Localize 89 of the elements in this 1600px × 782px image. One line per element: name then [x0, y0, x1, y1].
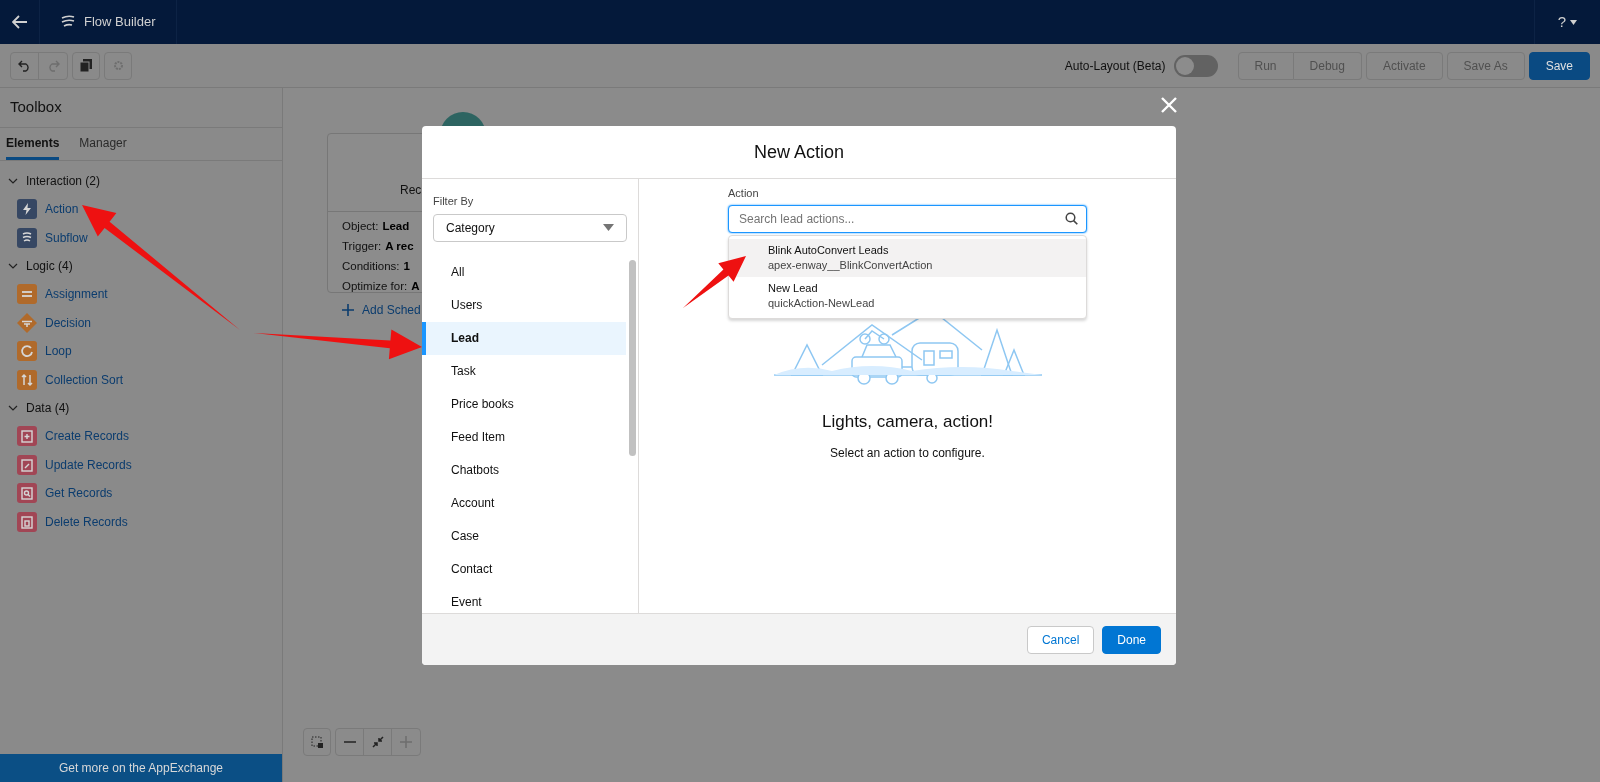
flow-icon [17, 227, 37, 248]
field-label: Object: [342, 219, 379, 234]
add-schedule-link[interactable]: Add Sched [362, 301, 421, 319]
element-link[interactable]: Delete Records [45, 512, 128, 531]
copy-button[interactable] [72, 51, 100, 80]
select-tool-button[interactable] [303, 728, 331, 756]
field-label: Trigger: [342, 239, 382, 254]
category-item[interactable]: Event [422, 585, 626, 613]
category-select[interactable]: Category [433, 213, 627, 242]
category-item[interactable]: Users [422, 288, 626, 322]
dialog-button[interactable]: Done [1102, 625, 1161, 654]
element-link[interactable]: Loop [45, 342, 72, 361]
category-item[interactable]: All [422, 255, 626, 289]
search-icon [1065, 211, 1078, 225]
settings-icon [111, 59, 125, 72]
card-title: Rec [400, 182, 422, 199]
panel-title: Toolbox [10, 97, 62, 118]
scrollbar-thumb[interactable] [628, 259, 636, 456]
category-item[interactable]: Chatbots [422, 453, 626, 487]
result-name: New Lead [768, 281, 819, 296]
toolbar-button[interactable]: Save [1528, 51, 1590, 80]
undo-icon [18, 59, 31, 72]
caret-icon [603, 224, 614, 231]
element-link[interactable]: Collection Sort [45, 370, 124, 389]
element-link[interactable]: Get Records [45, 484, 113, 503]
chevron-icon [8, 261, 18, 271]
shrink-icon [371, 736, 384, 748]
redo-icon [46, 59, 60, 72]
category-item[interactable]: Lead [422, 321, 626, 355]
marquee-select-icon [310, 735, 324, 749]
result-id: apex-enway__BlinkConvertAction [768, 258, 934, 273]
field-value: 1 [403, 259, 410, 274]
search-field[interactable]: Search lead actions... [728, 204, 1087, 233]
bolt-icon [17, 199, 37, 220]
field-label: Conditions: [342, 259, 400, 274]
element-link[interactable]: Action [45, 200, 79, 219]
equals-icon [17, 284, 37, 305]
category-item[interactable]: Price books [422, 387, 626, 421]
result-option[interactable]: Blink AutoConvert Leads apex-enway__BlinkConvertAction [729, 239, 1086, 277]
flow-icon [60, 14, 76, 30]
section-header[interactable]: Logic (4) [0, 252, 73, 280]
dialog-button[interactable]: Cancel [1026, 625, 1095, 654]
field-value: A [411, 279, 420, 294]
chevron-icon [8, 176, 18, 186]
field-label: Optimize for: [342, 279, 408, 294]
toggle-label: Auto-Layout (Beta) [1064, 57, 1166, 75]
element-link[interactable]: Decision [45, 313, 92, 332]
appexchange-link[interactable]: Get more on the AppExchange [0, 754, 282, 782]
delete-icon [17, 511, 37, 532]
action-label: Action [728, 186, 760, 201]
field-value: Lead [382, 219, 410, 234]
result-option[interactable]: New Lead quickAction-NewLead [729, 277, 1086, 315]
close-icon [1161, 97, 1177, 113]
result-id: quickAction-NewLead [768, 296, 876, 311]
sort-icon [17, 369, 37, 390]
dialog-title: New Action [753, 140, 844, 164]
diamond-icon [17, 312, 37, 333]
panel-tab[interactable]: Elements [6, 128, 60, 160]
minus-icon [343, 741, 356, 743]
element-link[interactable]: Subflow [45, 228, 88, 247]
result-name: Blink AutoConvert Leads [768, 243, 890, 258]
panel-tab[interactable]: Manager [79, 128, 127, 160]
create-icon [17, 426, 37, 447]
section-header[interactable]: Data (4) [0, 394, 70, 422]
category-item[interactable]: Account [422, 486, 626, 520]
element-link[interactable]: Update Records [45, 455, 132, 474]
category-item[interactable]: Feed Item [422, 420, 626, 454]
plus-icon [400, 736, 412, 748]
plus-icon [342, 304, 354, 316]
section-header[interactable]: Interaction (2) [0, 167, 101, 195]
empty-state-title: Lights, camera, action! [821, 410, 994, 433]
update-icon [17, 454, 37, 475]
auto-layout-toggle[interactable] [1173, 54, 1218, 77]
chevron-icon [8, 403, 18, 413]
filter-label: Filter By [433, 194, 475, 209]
category-item[interactable]: Task [422, 354, 626, 388]
app-title: Flow Builder [84, 13, 156, 32]
get-icon [17, 483, 37, 504]
element-link[interactable]: Assignment [45, 285, 108, 304]
back-arrow-icon [11, 15, 28, 29]
element-link[interactable]: Create Records [45, 427, 130, 446]
empty-state-text: Select an action to configure. [829, 445, 986, 462]
annotation-arrow [683, 256, 746, 308]
field-value: A rec [385, 239, 414, 254]
category-item[interactable]: Contact [422, 552, 626, 586]
caret-icon [1570, 19, 1578, 25]
loop-icon [17, 341, 37, 362]
copy-icon [80, 59, 92, 72]
category-item[interactable]: Case [422, 519, 626, 553]
